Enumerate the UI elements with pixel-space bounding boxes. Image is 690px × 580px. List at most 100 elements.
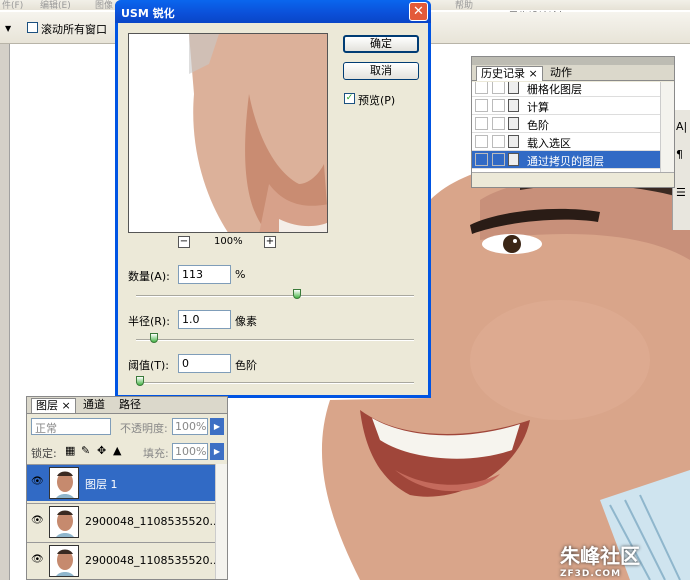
scroll-all-windows-label: 滚动所有窗口 bbox=[41, 23, 107, 36]
radius-slider-track[interactable] bbox=[136, 333, 414, 343]
layer-thumbnail bbox=[49, 506, 79, 538]
character-tool-icon[interactable]: A| bbox=[676, 120, 687, 133]
layer-row[interactable]: 👁 2900048_1108535520... bbox=[27, 542, 220, 579]
unsharp-mask-dialog: USM 锐化 ✕ − 100% + 确定 取消 ✓ 预览(P) 数量(A): 1… bbox=[115, 0, 431, 398]
radius-slider-thumb[interactable] bbox=[150, 333, 158, 343]
radius-input[interactable]: 1.0 bbox=[178, 310, 231, 329]
history-panel-footer bbox=[472, 172, 674, 187]
layer-thumbnail bbox=[49, 545, 79, 577]
history-source-box[interactable] bbox=[492, 82, 505, 94]
lock-all-icon[interactable]: ▲ bbox=[113, 444, 121, 457]
lock-move-icon[interactable]: ✥ bbox=[97, 444, 106, 457]
opacity-arrow-icon[interactable]: ▶ bbox=[210, 418, 224, 435]
opacity-input[interactable]: 100% bbox=[172, 418, 208, 435]
history-item-label: 计算 bbox=[527, 101, 549, 114]
close-button[interactable]: ✕ bbox=[409, 2, 428, 21]
history-list: 栅格化图层计算色阶载入选区通过拷贝的图层 bbox=[472, 82, 660, 172]
snapshot-box[interactable] bbox=[475, 117, 488, 130]
cancel-button[interactable]: 取消 bbox=[343, 62, 419, 80]
threshold-label: 阈值(T): bbox=[128, 359, 170, 372]
amount-slider-track[interactable] bbox=[136, 289, 414, 299]
corner-watermark-main: 朱峰社区 bbox=[560, 544, 640, 568]
history-panel-tabs: 历史记录 × 动作 bbox=[472, 65, 674, 81]
dialog-title-bar[interactable]: USM 锐化 ✕ bbox=[115, 0, 431, 23]
layer-name: 2900048_1108535520... bbox=[85, 554, 220, 567]
history-item[interactable]: 色阶 bbox=[472, 115, 660, 133]
preview-label: 预览(P) bbox=[358, 94, 396, 107]
amount-input[interactable]: 113 bbox=[178, 265, 231, 284]
scroll-all-windows-checkbox[interactable] bbox=[27, 22, 38, 33]
history-item[interactable]: 栅格化图层 bbox=[472, 82, 660, 97]
corner-watermark-sub: ZF3D.COM bbox=[560, 569, 622, 579]
lock-paint-icon[interactable]: ✎ bbox=[81, 444, 90, 457]
layers-scrollbar[interactable] bbox=[215, 464, 227, 579]
snapshot-box[interactable] bbox=[475, 99, 488, 112]
zoom-in-button[interactable]: + bbox=[264, 236, 276, 248]
history-source-box[interactable] bbox=[492, 117, 505, 130]
paragraph-tool-icon[interactable]: ¶ bbox=[676, 148, 683, 161]
opacity-label: 不透明度: bbox=[120, 422, 168, 435]
history-item[interactable]: 通过拷贝的图层 bbox=[472, 151, 660, 169]
history-state-icon bbox=[508, 135, 519, 148]
tab-history[interactable]: 历史记录 × bbox=[476, 66, 543, 81]
amount-unit: % bbox=[235, 268, 246, 281]
amount-label: 数量(A): bbox=[128, 270, 170, 283]
layer-comps-icon[interactable]: ☰ bbox=[676, 186, 686, 199]
tab-paths[interactable]: 路径 bbox=[115, 398, 145, 413]
layer-thumbnail bbox=[49, 467, 79, 499]
threshold-input[interactable]: 0 bbox=[178, 354, 231, 373]
history-source-box[interactable] bbox=[492, 135, 505, 148]
menu-item-help[interactable]: 帮助 bbox=[455, 0, 473, 11]
history-source-box[interactable] bbox=[492, 99, 505, 112]
tool-preset-arrow-icon[interactable]: ▼ bbox=[5, 24, 11, 33]
lock-transparency-icon[interactable]: ▦ bbox=[65, 444, 75, 457]
menu-item-edit[interactable]: 编辑(E) bbox=[40, 0, 71, 11]
snapshot-box[interactable] bbox=[475, 153, 488, 166]
threshold-slider-thumb[interactable] bbox=[136, 376, 144, 386]
fill-arrow-icon[interactable]: ▶ bbox=[210, 443, 224, 460]
layer-row[interactable]: 👁 图层 1 bbox=[27, 464, 215, 501]
menu-item-image[interactable]: 图像 bbox=[95, 0, 113, 11]
history-scrollbar[interactable] bbox=[660, 82, 674, 172]
layers-panel: 图层 × 通道 路径 正常 不透明度: 100% ▶ 锁定: ▦ ✎ ✥ ▲ 填… bbox=[26, 396, 228, 580]
history-state-icon bbox=[508, 82, 519, 94]
zoom-controls: − 100% + bbox=[178, 236, 288, 250]
blend-opacity-row: 正常 不透明度: 100% ▶ bbox=[27, 416, 227, 438]
lock-label: 锁定: bbox=[31, 447, 57, 460]
tab-channels[interactable]: 通道 bbox=[79, 398, 109, 413]
visibility-eye-icon[interactable]: 👁 bbox=[31, 515, 44, 526]
threshold-unit: 色阶 bbox=[235, 359, 257, 372]
filter-preview[interactable] bbox=[128, 33, 328, 233]
fill-input[interactable]: 100% bbox=[172, 443, 208, 460]
visibility-eye-icon[interactable]: 👁 bbox=[31, 554, 44, 565]
amount-slider-thumb[interactable] bbox=[293, 289, 301, 299]
radius-unit: 像素 bbox=[235, 315, 257, 328]
history-item-label: 载入选区 bbox=[527, 137, 571, 150]
layers-panel-tabs: 图层 × 通道 路径 bbox=[27, 397, 227, 414]
history-item[interactable]: 载入选区 bbox=[472, 133, 660, 151]
history-panel: 历史记录 × 动作 栅格化图层计算色阶载入选区通过拷贝的图层 bbox=[471, 56, 675, 188]
tab-actions[interactable]: 动作 bbox=[546, 66, 576, 81]
snapshot-box[interactable] bbox=[475, 135, 488, 148]
preview-checkbox[interactable]: ✓ bbox=[344, 93, 355, 104]
history-item-label: 栅格化图层 bbox=[527, 83, 582, 96]
history-item-label: 色阶 bbox=[527, 119, 549, 132]
menu-item-file[interactable]: 件(F) bbox=[2, 0, 23, 11]
zoom-out-button[interactable]: − bbox=[178, 236, 190, 248]
history-source-box[interactable] bbox=[492, 153, 505, 166]
tab-layers[interactable]: 图层 × bbox=[31, 398, 76, 413]
threshold-slider-track[interactable] bbox=[136, 376, 414, 386]
history-state-icon bbox=[508, 153, 519, 166]
layer-row[interactable]: 👁 2900048_1108535520... bbox=[27, 503, 220, 540]
ok-button[interactable]: 确定 bbox=[343, 35, 419, 53]
zoom-level: 100% bbox=[214, 236, 243, 247]
history-item-label: 通过拷贝的图层 bbox=[527, 155, 604, 168]
left-dock-strip bbox=[0, 44, 10, 580]
visibility-eye-icon[interactable]: 👁 bbox=[31, 476, 44, 487]
snapshot-box[interactable] bbox=[475, 82, 488, 94]
blend-mode-select[interactable]: 正常 bbox=[31, 418, 111, 435]
history-item[interactable]: 计算 bbox=[472, 97, 660, 115]
fill-label: 填充: bbox=[143, 447, 169, 460]
history-panel-titlebar[interactable] bbox=[472, 57, 674, 65]
corner-watermark: 朱峰社区 ZF3D.COM bbox=[560, 540, 690, 580]
